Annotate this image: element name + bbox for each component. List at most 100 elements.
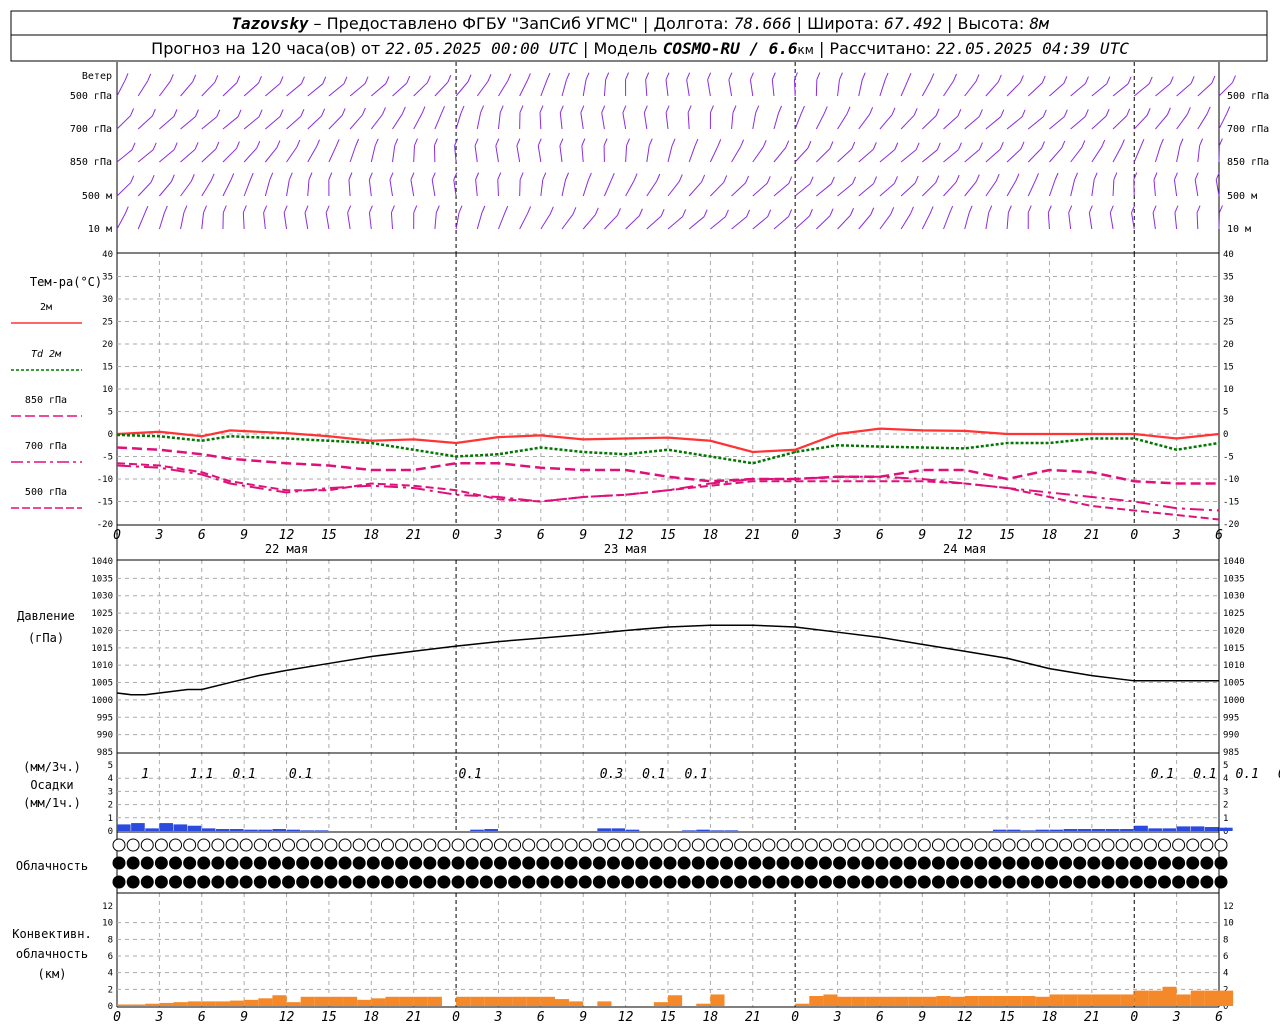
cloud-cover-symbol: [1002, 875, 1016, 889]
x-tick-label-bottom: 3: [494, 1010, 503, 1024]
y-tick-label-right: 1010: [1223, 661, 1245, 671]
cloud-cover-symbol: [112, 838, 126, 852]
wind-barb-flag: [1166, 107, 1171, 115]
cloud-cover-symbol: [154, 875, 168, 889]
wind-barb-flag: [1015, 173, 1020, 181]
precip-bar: [230, 829, 244, 831]
cloud-cover-symbol: [1115, 838, 1129, 852]
wind-barb: [413, 82, 428, 97]
wind-barb-flag: [830, 176, 835, 185]
cloud-cover-symbol: [1030, 856, 1044, 870]
wind-barb-flag: [846, 106, 851, 115]
wind-barb-flag: [480, 105, 485, 113]
wind-barb-flag: [988, 205, 993, 213]
conv-cloud-bar: [173, 1002, 188, 1006]
y-tick-label-right: 1: [1223, 814, 1228, 824]
wind-barb: [180, 116, 196, 130]
wind-barb: [559, 145, 563, 163]
latitude: 67.492: [884, 14, 942, 33]
cloud-cover-symbol: [946, 856, 960, 870]
cloud-cover-symbol: [253, 875, 267, 889]
conv-cloud-bar: [1176, 994, 1191, 1006]
cloud-cover-symbol: [1172, 838, 1186, 852]
cloud-cover-symbol: [211, 856, 225, 870]
conv-cloud-bar: [215, 1001, 231, 1006]
cloud-cover-symbol: [946, 838, 960, 852]
cloud-cover-symbol: [861, 856, 875, 870]
conv-cloud-bar: [879, 996, 895, 1006]
conv-cloud-bar: [851, 996, 866, 1006]
cloud-cover-symbol: [861, 875, 875, 889]
cloud-cover-symbol: [253, 838, 267, 852]
cloud-cover-symbol: [847, 838, 861, 852]
cloud-cover-symbol: [140, 838, 154, 852]
cloud-cover-symbol: [790, 838, 804, 852]
conv-unit: (км): [38, 967, 67, 981]
wind-barb-flag: [410, 172, 415, 180]
cloud-cover-symbol: [479, 875, 493, 889]
wind-barb: [815, 113, 825, 130]
wind-barb: [519, 213, 529, 230]
conv-cloud-bar: [300, 996, 315, 1006]
conv-cloud-bar: [668, 995, 683, 1006]
wind-barb-flag: [665, 105, 670, 113]
cloud-cover-symbol: [1059, 875, 1073, 889]
cloud-cover-symbol: [437, 856, 451, 870]
wind-barb: [921, 149, 938, 163]
x-tick-label-bottom: 9: [240, 1010, 248, 1024]
wind-barb-flag: [385, 76, 390, 84]
cloud-cover-symbol: [352, 856, 366, 870]
wind-barb: [1197, 82, 1213, 97]
cloud-cover-symbol: [748, 838, 762, 852]
conv-cloud-bar: [554, 999, 570, 1006]
model-name: COSMO-RU / 6.6: [663, 39, 798, 58]
x-tick-label-bottom: 12: [957, 1010, 973, 1024]
cloud-cover-symbol: [1002, 856, 1016, 870]
cloud-cover-symbol: [437, 838, 451, 852]
precip-bar: [244, 829, 258, 831]
wind-barb-flag: [421, 106, 426, 114]
wind-barb: [325, 212, 330, 230]
wind-barb: [687, 112, 690, 130]
wind-barb-flag: [1074, 172, 1079, 180]
cloud-cover-symbol: [140, 875, 154, 889]
wind-barb: [516, 145, 521, 163]
precip-3h-label: 0.1: [1236, 767, 1259, 782]
wind-barb: [879, 79, 886, 97]
y-tick-label-left: 6: [108, 952, 113, 962]
y-tick-label-right: 2: [1223, 801, 1228, 811]
cloud-cover-symbol: [1115, 875, 1129, 889]
wind-barb: [837, 113, 848, 130]
wind-barb: [921, 80, 932, 97]
cloud-cover-symbol: [126, 875, 140, 889]
cloud-cover-symbol: [451, 856, 465, 870]
wind-barb-flag: [364, 76, 369, 84]
wind-barb: [731, 112, 734, 130]
wind-barb: [1027, 82, 1043, 97]
x-tick-label-bottom: 0: [452, 1010, 460, 1024]
conv-cloud-bar: [809, 996, 824, 1006]
wind-barb-flag: [633, 173, 638, 181]
conv-cloud-bar: [526, 996, 541, 1006]
conv-cloud-bar: [1148, 990, 1163, 1006]
wind-barb: [180, 212, 185, 230]
wind-barb-flag: [913, 108, 918, 116]
wind-barb: [116, 149, 133, 163]
cloud-cover-symbol: [380, 838, 394, 852]
precip-bar: [215, 829, 230, 831]
wind-barb-flag: [955, 174, 960, 183]
cloud-cover-symbol: [691, 856, 705, 870]
y-tick-label-left: 2: [108, 985, 113, 995]
x-tick-label-bottom: 18: [1042, 1010, 1058, 1024]
wind-barb: [964, 81, 977, 97]
cloud-cover-symbol: [154, 838, 168, 852]
wind-title: Ветер: [82, 71, 112, 82]
cloud-cover-symbol: [296, 856, 310, 870]
y-tick-label-left: 20: [102, 340, 113, 350]
y-tick-label-left: -10: [97, 475, 113, 485]
wind-barb: [900, 213, 911, 230]
wind-barb-flag: [1063, 76, 1068, 84]
wind-barb: [1173, 179, 1178, 197]
wind-level-label-right: 500 гПа: [1227, 91, 1269, 102]
precip-bar: [187, 825, 202, 831]
